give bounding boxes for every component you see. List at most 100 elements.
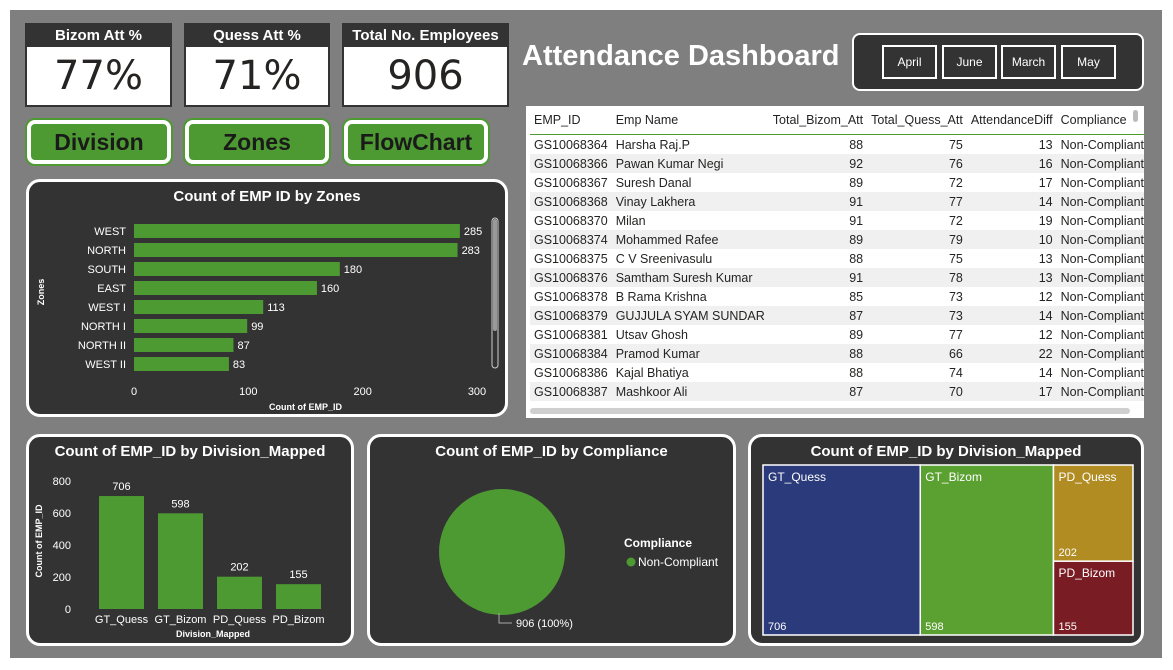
table-cell: 10 xyxy=(966,230,1057,249)
table-cell: Non-Compliant xyxy=(1056,344,1144,363)
table-row[interactable]: GS10068384 Pramod Kumar 88 66 22 Non-Complian… xyxy=(530,344,1144,363)
division-category-label: PD_Bizom xyxy=(273,614,325,626)
vertical-scrollbar[interactable] xyxy=(1133,110,1138,122)
treemap-tile xyxy=(762,464,922,636)
column-header[interactable]: Emp Name xyxy=(611,106,769,135)
table-cell: 77 xyxy=(867,192,967,211)
table-cell: Samtham Suresh Kumar xyxy=(611,268,769,287)
table-cell: 12 xyxy=(966,287,1057,306)
table-cell: 70 xyxy=(867,382,967,401)
table-cell: 72 xyxy=(867,173,967,192)
x-tick-label: 100 xyxy=(239,386,257,398)
table-cell: 12 xyxy=(966,325,1057,344)
zone-label: WEST I xyxy=(88,302,126,314)
zone-data-label: 99 xyxy=(251,321,263,333)
y-tick-label: 400 xyxy=(53,540,71,552)
page-title: Attendance Dashboard xyxy=(522,40,840,72)
zone-label: SOUTH xyxy=(88,264,127,276)
table-cell: 66 xyxy=(867,344,967,363)
table-cell: 79 xyxy=(867,230,967,249)
column-header[interactable]: Total_Bizom_Att xyxy=(768,106,868,135)
y-tick-label: 200 xyxy=(53,572,71,584)
zone-data-label: 87 xyxy=(237,340,249,352)
zone-label: EAST xyxy=(97,283,126,295)
month-button-march[interactable]: March xyxy=(1001,45,1056,79)
table-cell: 75 xyxy=(867,134,967,154)
table-cell: GS10068370 xyxy=(530,211,612,230)
compliance-chart-panel: Count of EMP_ID by Compliance 906 (100%)… xyxy=(367,434,736,646)
treemap-tile-value: 155 xyxy=(1058,621,1076,633)
table-cell: 76 xyxy=(867,154,967,173)
division-data-label: 202 xyxy=(230,562,248,574)
division-button[interactable]: Division xyxy=(27,120,171,164)
table-cell: Mashkoor Ali xyxy=(611,382,769,401)
division-column-chart: 0 200 400 600 800 706 GT_Quess 598 GT_Bizom 202 PD… xyxy=(34,476,325,639)
division-data-label: 598 xyxy=(171,498,189,510)
table-row[interactable]: GS10068374 Mohammed Rafee 89 79 10 Non-Compli… xyxy=(530,230,1144,249)
division-category-label: PD_Quess xyxy=(213,614,267,626)
pie-slice-non-compliant xyxy=(439,489,565,615)
month-button-may[interactable]: May xyxy=(1061,45,1116,79)
table-cell: 91 xyxy=(768,268,868,287)
month-button-april[interactable]: April xyxy=(882,45,937,79)
table-row[interactable]: GS10068364 Harsha Raj.P 88 75 13 Non-Complian… xyxy=(530,134,1144,154)
treemap-tile-label: PD_Quess xyxy=(1058,470,1116,484)
y-tick-label: 800 xyxy=(53,476,71,488)
table-cell: Non-Compliant xyxy=(1056,268,1144,287)
table-cell: Suresh Danal xyxy=(611,173,769,192)
table-cell: Kajal Bhatiya xyxy=(611,363,769,382)
table-row[interactable]: GS10068368 Vinay Lakhera 91 77 14 Non-Complia… xyxy=(530,192,1144,211)
table-row[interactable]: GS10068381 Utsav Ghosh 89 77 12 Non-Compliant xyxy=(530,325,1144,344)
division-category-label: GT_Bizom xyxy=(155,614,207,626)
table-cell: GS10068376 xyxy=(530,268,612,287)
table-cell: GS10068386 xyxy=(530,363,612,382)
treemap-tile-label: GT_Bizom xyxy=(925,470,982,484)
table-cell: GS10068375 xyxy=(530,249,612,268)
zone-label: NORTH I xyxy=(81,321,126,333)
zone-bar xyxy=(134,224,460,238)
table-row[interactable]: GS10068387 Mashkoor Ali 87 70 17 Non-Complian… xyxy=(530,382,1144,401)
table-row[interactable]: GS10068376 Samtham Suresh Kumar 91 78 13 Non-… xyxy=(530,268,1144,287)
table-cell: 89 xyxy=(768,325,868,344)
table-cell: Utsav Ghosh xyxy=(611,325,769,344)
zone-bar xyxy=(134,262,340,276)
table-cell: 73 xyxy=(867,306,967,325)
x-tick-label: 200 xyxy=(353,386,371,398)
kpi-value: 77% xyxy=(54,53,143,99)
treemap-tile-label: GT_Quess xyxy=(768,470,826,484)
legend-title: Compliance xyxy=(624,536,692,550)
table-row[interactable]: GS10068379 GUJJULA SYAM SUNDAR 87 73 14 Non-C… xyxy=(530,306,1144,325)
table-row[interactable]: GS10068378 B Rama Krishna 85 73 12 Non-Compli… xyxy=(530,287,1144,306)
zone-data-label: 113 xyxy=(267,302,285,314)
legend-marker xyxy=(626,557,636,567)
kpi-value: 906 xyxy=(387,53,464,99)
table-row[interactable]: GS10068366 Pawan Kumar Negi 92 76 16 Non-Comp… xyxy=(530,154,1144,173)
division-data-label: 155 xyxy=(289,569,307,581)
table-cell: 13 xyxy=(966,134,1057,154)
column-header[interactable]: EMP_ID xyxy=(530,106,612,135)
x-tick-label: 300 xyxy=(468,386,486,398)
column-header[interactable]: AttendanceDiff xyxy=(966,106,1057,135)
horizontal-scrollbar[interactable] xyxy=(530,408,1130,414)
division-data-label: 706 xyxy=(112,481,130,493)
table-row[interactable]: GS10068386 Kajal Bhatiya 88 74 14 Non-Complia… xyxy=(530,363,1144,382)
employee-table[interactable]: EMP_ID Emp Name Total_Bizom_Att Total_Qu… xyxy=(526,106,1144,418)
column-header[interactable]: Compliance xyxy=(1056,106,1144,135)
division-bar xyxy=(158,513,203,609)
scrollbar-thumb xyxy=(493,219,497,331)
kpi-bizom-att: Bizom Att % 77% xyxy=(25,23,172,107)
legend-item-non-compliant: Non-Compliant xyxy=(638,555,719,569)
table-cell: 17 xyxy=(966,173,1057,192)
table-row[interactable]: GS10068370 Milan 91 72 19 Non-Compliant xyxy=(530,211,1144,230)
month-button-june[interactable]: June xyxy=(942,45,997,79)
column-header[interactable]: Total_Quess_Att xyxy=(867,106,967,135)
zones-button[interactable]: Zones xyxy=(185,120,329,164)
table-cell: 77 xyxy=(867,325,967,344)
table-cell: 88 xyxy=(768,344,868,363)
month-slicer: April June March May xyxy=(852,33,1144,91)
table-row[interactable]: GS10068367 Suresh Danal 89 72 17 Non-Complian… xyxy=(530,173,1144,192)
table-row[interactable]: GS10068375 C V Sreenivasulu 88 75 13 Non-Comp… xyxy=(530,249,1144,268)
flowchart-button[interactable]: FlowChart xyxy=(344,120,488,164)
zone-bar xyxy=(134,338,234,352)
y-tick-label: 0 xyxy=(65,604,71,616)
